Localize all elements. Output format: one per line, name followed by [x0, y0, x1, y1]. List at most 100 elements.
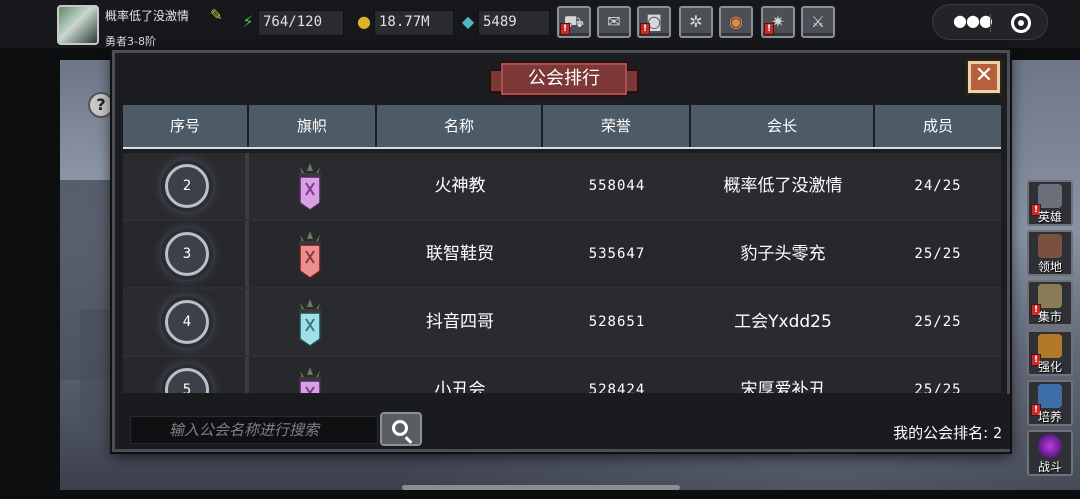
rank-badge: 5: [165, 368, 209, 393]
hero-helmet-icon: [1038, 184, 1062, 208]
side-menu-battle[interactable]: 战斗: [1027, 430, 1073, 476]
table-row[interactable]: 4 抖音四哥 528651 工会Yxdd25 25/25: [123, 289, 1001, 357]
guild-flag-icon: [299, 163, 321, 211]
guild-leader: 宋厚爱补丑: [740, 380, 826, 393]
gamepad-button[interactable]: ◙ !: [637, 6, 671, 38]
guild-search-input[interactable]: [130, 416, 378, 444]
guild-ranking-table[interactable]: 2 火神教 558044 概率低了没激情 24/25 3 联智鞋贸 535647…: [123, 153, 1001, 393]
close-icon: ✕: [974, 63, 994, 88]
gem-value: 5489: [483, 14, 517, 30]
help-button[interactable]: ?: [88, 92, 114, 118]
guild-honor: 558044: [588, 178, 646, 194]
side-menu-territory[interactable]: 领地: [1027, 230, 1073, 276]
guild-name: 小丑会: [434, 380, 486, 393]
notification-badge: !: [640, 23, 650, 35]
mail-icon: ✉: [607, 12, 621, 31]
enhance-rune-icon: [1038, 334, 1062, 358]
capsule-divider: [990, 14, 991, 32]
column-header-flag: 旗帜: [249, 105, 377, 147]
guild-name: 抖音四哥: [426, 312, 494, 332]
settings-gear-icon: ✲: [689, 12, 703, 31]
column-header-rank: 序号: [123, 105, 249, 147]
close-button[interactable]: ✕: [968, 61, 1000, 93]
dialog-footer: 我的公会排名: 2: [118, 394, 1010, 449]
side-menu-label: 战斗: [1037, 460, 1062, 474]
notification-badge: !: [560, 23, 570, 35]
train-potion-icon: [1038, 384, 1062, 408]
column-header-honor: 荣誉: [543, 105, 691, 147]
guild-honor: 528424: [588, 382, 646, 393]
guild-name: 联智鞋贸: [426, 244, 494, 264]
castle-territory-icon: [1038, 234, 1062, 258]
side-menu-hero[interactable]: ! 英雄: [1027, 180, 1073, 226]
edit-name-icon[interactable]: ✎: [210, 7, 226, 23]
rank-badge: 3: [165, 232, 209, 276]
side-menu-label: 集市: [1037, 310, 1062, 324]
guild-leader: 工会Yxdd25: [734, 312, 832, 332]
gold-coin-icon: ●: [357, 12, 371, 31]
notification-badge: !: [764, 23, 774, 35]
guild-honor: 535647: [588, 246, 646, 262]
table-row[interactable]: 3 联智鞋贸 535647 豹子头零充 25/25: [123, 221, 1001, 289]
home-indicator[interactable]: [402, 485, 680, 490]
table-row[interactable]: 5 小丑会 528424 宋厚爱补丑 25/25: [123, 357, 1001, 393]
rank-cell: 3: [123, 221, 249, 287]
guild-flag-icon: [299, 367, 321, 393]
energy-icon: ⚡: [242, 12, 254, 31]
mail-button[interactable]: ✉: [597, 6, 631, 38]
mini-program-capsule: ●●●: [932, 4, 1048, 40]
my-guild-rank-value: 2: [992, 424, 1002, 442]
guild-leader: 豹子头零充: [740, 244, 826, 264]
guild-name: 火神教: [434, 176, 486, 196]
table-row[interactable]: 2 火神教 558044 概率低了没激情 24/25: [123, 153, 1001, 221]
side-menu-label: 英雄: [1037, 210, 1062, 224]
rank-cell: 5: [123, 357, 249, 393]
guild-ranking-dialog: 公会排行 ✕ 序号 旗帜 名称 荣誉 会长 成员 2 火神教 558044 概率…: [112, 50, 1010, 452]
side-menu-market[interactable]: ! 集市: [1027, 280, 1073, 326]
dialog-title: 公会排行: [489, 61, 639, 97]
side-menu-train[interactable]: ! 培养: [1027, 380, 1073, 426]
rank-badge: 2: [165, 164, 209, 208]
guild-leader: 概率低了没激情: [723, 176, 843, 196]
color-wheel-icon: ◉: [729, 12, 743, 31]
settings-button[interactable]: ✲: [679, 6, 713, 38]
rank-badge: 4: [165, 300, 209, 344]
side-menu-label: 培养: [1037, 410, 1062, 424]
column-header-members: 成员: [875, 105, 1001, 147]
battle-button[interactable]: ⚔: [801, 6, 835, 38]
gem-icon: ◆: [461, 12, 475, 31]
my-guild-rank: 我的公会排名: 2: [893, 422, 1002, 443]
gold-value: 18.77M: [379, 14, 430, 30]
player-name: 概率低了没激情: [105, 9, 190, 23]
event-button[interactable]: ✷ !: [761, 6, 795, 38]
side-menu-label: 强化: [1037, 360, 1062, 374]
search-icon: [392, 420, 408, 436]
column-header-leader: 会长: [691, 105, 875, 147]
guild-flag-icon: [299, 231, 321, 279]
guild-honor: 528651: [588, 314, 646, 330]
guild-members: 25/25: [914, 382, 962, 393]
column-header-name: 名称: [377, 105, 543, 147]
energy-value: 764/120: [263, 14, 323, 30]
battle-portal-icon: [1038, 434, 1062, 458]
close-target-icon[interactable]: [1011, 13, 1031, 33]
player-rank: 勇者3-8阶: [105, 35, 156, 48]
shop-button[interactable]: ⛟ !: [557, 6, 591, 38]
player-avatar[interactable]: [57, 5, 99, 45]
my-guild-rank-label: 我的公会排名:: [893, 424, 989, 442]
table-header: 序号 旗帜 名称 荣誉 会长 成员: [123, 105, 1001, 149]
guild-members: 24/25: [914, 178, 962, 194]
rank-cell: 4: [123, 289, 249, 355]
guild-members: 25/25: [914, 246, 962, 262]
side-menu-enhance[interactable]: ! 强化: [1027, 330, 1073, 376]
side-menu-label: 领地: [1037, 260, 1062, 274]
search-button[interactable]: [380, 412, 422, 446]
guild-members: 25/25: [914, 314, 962, 330]
rank-cell: 2: [123, 153, 249, 219]
color-wheel-button[interactable]: ◉: [719, 6, 753, 38]
guild-flag-icon: [299, 299, 321, 347]
more-options-icon[interactable]: ●●●: [953, 11, 993, 30]
top-status-bar: 概率低了没激情 ✎ 勇者3-8阶 ⚡ 764/120 ● 18.77M ◆ 54…: [0, 0, 1080, 48]
crossed-swords-icon: ⚔: [810, 12, 826, 31]
market-chest-icon: [1038, 284, 1062, 308]
